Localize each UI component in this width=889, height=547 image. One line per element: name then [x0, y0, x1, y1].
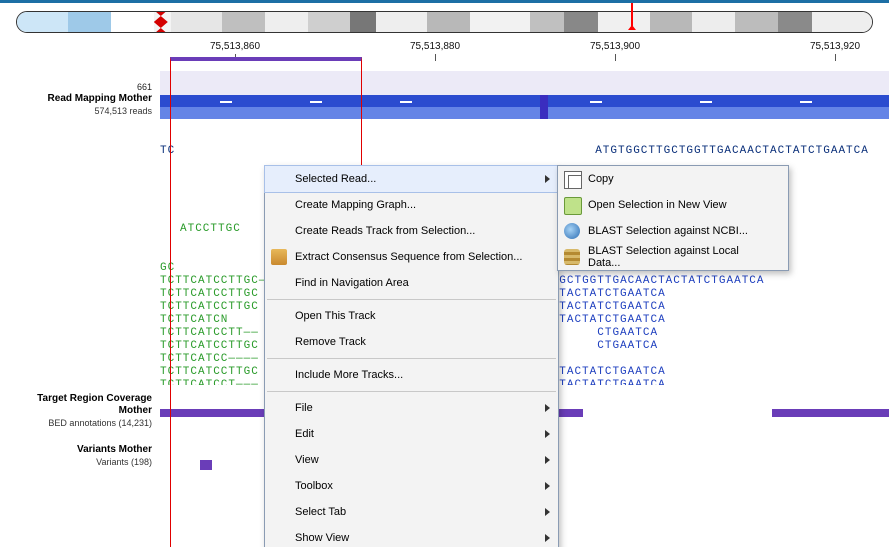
submenu-item-label: BLAST Selection against Local Data... — [588, 245, 766, 269]
menu-item-label: Toolbox — [295, 480, 333, 492]
ruler-tick: 75,513,900 — [590, 41, 640, 52]
menu-item-label: Edit — [295, 428, 314, 440]
blastdb-icon — [564, 249, 580, 265]
submenu-arrow-icon — [545, 456, 550, 464]
menu-item-label: Create Reads Track from Selection... — [295, 225, 475, 237]
menu-item[interactable]: Select Tab — [265, 499, 558, 525]
menu-item[interactable]: Remove Track — [265, 329, 558, 355]
submenu-arrow-icon — [545, 534, 550, 542]
menu-item[interactable]: Edit — [265, 421, 558, 447]
copy-icon — [564, 171, 582, 189]
menu-item-label: Remove Track — [295, 336, 366, 348]
context-submenu: Copy Open Selection in New View BLAST Sele… — [557, 165, 789, 271]
menu-item-label: Include More Tracks... — [295, 369, 403, 381]
genome-track-viewer: 75,513,860 75,513,880 75,513,900 75,513,… — [0, 0, 889, 547]
track-title-variants: Variants Mother — [77, 444, 152, 455]
track-title-read-mapping: Read Mapping Mother — [48, 93, 152, 104]
insert-left: ATCCTTGC — [180, 223, 241, 235]
submenu-arrow-icon — [545, 175, 550, 183]
position-marker[interactable] — [631, 0, 633, 26]
blast-icon — [564, 223, 580, 239]
menu-item-label: Create Mapping Graph... — [295, 199, 416, 211]
menu-item[interactable]: Find in Navigation Area — [265, 270, 558, 296]
coordinate-ruler: 75,513,860 75,513,880 75,513,900 75,513,… — [0, 41, 889, 71]
menu-item[interactable]: Toolbox — [265, 473, 558, 499]
track-subtitle-target-region: BED annotations (14,231) — [48, 418, 152, 428]
submenu-item[interactable]: Open Selection in New View — [558, 192, 788, 218]
coverage-plot[interactable] — [160, 71, 889, 119]
submenu-item-label: BLAST Selection against NCBI... — [588, 225, 748, 237]
track-subtitle-read-mapping: 574,513 reads — [94, 106, 152, 116]
menu-item[interactable]: Include More Tracks... — [265, 362, 558, 388]
submenu-item[interactable]: Copy — [558, 166, 788, 192]
submenu-arrow-icon — [545, 430, 550, 438]
context-menu: Selected Read... Create Mapping Graph... C… — [264, 165, 559, 547]
ruler-tick: 75,513,880 — [410, 41, 460, 52]
track-subtitle-variants: Variants (198) — [96, 457, 152, 467]
coverage-max-value: 661 — [2, 81, 152, 93]
menu-item[interactable]: Create Reads Track from Selection... — [265, 218, 558, 244]
menu-item[interactable]: Create Mapping Graph... — [265, 192, 558, 218]
menu-item-label: Selected Read... — [295, 173, 376, 185]
menu-item-label: Extract Consensus Sequence from Selectio… — [295, 251, 522, 263]
menu-item-label: Show View — [295, 532, 349, 544]
menu-item-label: Open This Track — [295, 310, 376, 322]
menu-item[interactable]: File — [265, 395, 558, 421]
submenu-arrow-icon — [545, 508, 550, 516]
submenu-item[interactable]: BLAST Selection against Local Data... — [558, 244, 788, 270]
menu-item-label: File — [295, 402, 313, 414]
menu-item[interactable]: Extract Consensus Sequence from Selectio… — [265, 244, 558, 270]
open-icon — [564, 197, 582, 215]
menu-item[interactable]: Selected Read... — [264, 165, 559, 193]
ruler-tick: 75,513,920 — [810, 41, 860, 52]
menu-item-label: Select Tab — [295, 506, 346, 518]
menu-item[interactable]: View — [265, 447, 558, 473]
submenu-item-label: Open Selection in New View — [588, 199, 727, 211]
submenu-arrow-icon — [545, 404, 550, 412]
submenu-item-label: Copy — [588, 173, 614, 185]
reference-seq-left: TC — [160, 145, 175, 157]
ruler-tick: 75,513,860 — [210, 41, 260, 52]
track-title-target-region: Target Region Coverage Mother — [37, 393, 152, 416]
menu-item-label: Find in Navigation Area — [295, 277, 409, 289]
menu-item[interactable]: Open This Track — [265, 303, 558, 329]
reference-seq-right: ATGTGGCTTGCTGGTTGACAACTACTATCTGAATCA — [595, 145, 869, 157]
extract-icon — [271, 249, 287, 265]
chromosome-ideogram[interactable] — [0, 3, 889, 37]
menu-item-label: View — [295, 454, 319, 466]
submenu-item[interactable]: BLAST Selection against NCBI... — [558, 218, 788, 244]
submenu-arrow-icon — [545, 482, 550, 490]
